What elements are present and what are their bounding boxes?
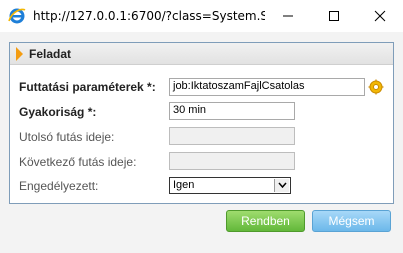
task-panel: Feladat Futtatási paraméterek *: job:Ikt…	[9, 42, 394, 204]
window-title: http://127.0.0.1:6700/?class=System.Sett…	[33, 9, 265, 23]
close-button[interactable]	[358, 0, 403, 32]
arrow-right-icon	[16, 47, 23, 61]
minimize-button[interactable]	[266, 0, 311, 32]
enabled-select[interactable]: Igen	[169, 177, 291, 194]
params-field[interactable]: job:IktatoszamFajlCsatolas	[169, 78, 365, 96]
last-run-field	[169, 127, 295, 145]
minimize-icon	[283, 15, 293, 17]
maximize-button[interactable]	[312, 0, 357, 32]
enabled-select-value: Igen	[173, 179, 195, 191]
frequency-field[interactable]: 30 min	[169, 102, 295, 120]
window-titlebar: http://127.0.0.1:6700/?class=System.Sett…	[0, 0, 403, 32]
close-icon	[374, 10, 386, 22]
maximize-icon	[329, 11, 339, 21]
enabled-label: Engedélyezett:	[19, 179, 99, 193]
frequency-label: Gyakoriság *:	[19, 105, 97, 119]
last-run-label: Utolsó futás ideje:	[19, 130, 115, 144]
ok-button[interactable]: Rendben	[226, 210, 305, 232]
params-label: Futtatási paraméterek *:	[19, 80, 156, 94]
next-run-label: Következő futás ideje:	[19, 155, 137, 169]
chevron-down-icon[interactable]	[274, 179, 289, 192]
panel-header: Feladat	[10, 43, 393, 65]
panel-title: Feladat	[29, 47, 72, 61]
cancel-button[interactable]: Mégsem	[312, 210, 391, 232]
ie-icon	[8, 8, 26, 24]
gear-icon[interactable]	[368, 79, 384, 95]
next-run-field	[169, 152, 295, 170]
